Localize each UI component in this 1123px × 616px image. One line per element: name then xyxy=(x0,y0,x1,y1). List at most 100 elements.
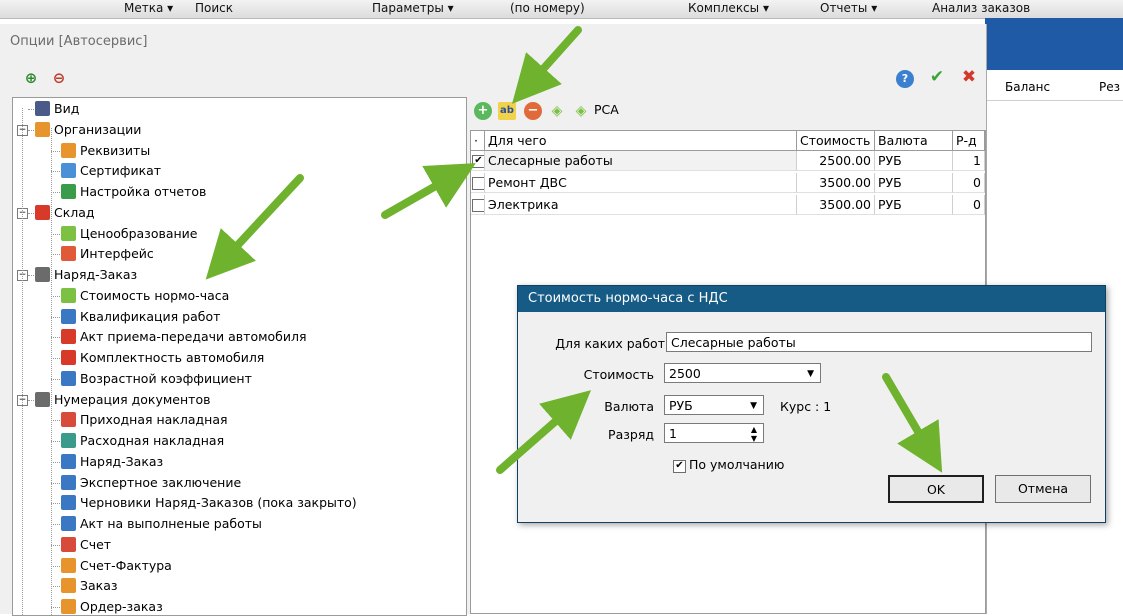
bg-params-menu[interactable]: Параметры ▾ xyxy=(372,1,454,15)
row-checkbox[interactable] xyxy=(472,199,484,212)
delete-icon[interactable]: − xyxy=(524,102,542,120)
default-label: По умолчанию xyxy=(689,457,785,472)
bg-tag-menu[interactable]: Метка ▾ xyxy=(124,1,173,15)
tree-item[interactable]: Счет-Фактура xyxy=(61,556,172,576)
table-cell-name[interactable]: Ремонт ДВС xyxy=(485,173,797,193)
tree-item[interactable]: Комплектность автомобиля xyxy=(61,348,264,368)
tree-item[interactable]: Склад xyxy=(35,203,95,223)
row-checkbox-cell[interactable] xyxy=(471,173,485,193)
documents-icon xyxy=(35,391,50,407)
table-cell-grade[interactable]: 1 xyxy=(953,151,985,171)
cancel-button[interactable]: Отмена xyxy=(995,475,1091,503)
wrench-icon xyxy=(61,516,76,531)
tree-item[interactable]: Акт приема-передачи автомобиля xyxy=(61,327,307,347)
tree-item[interactable]: Ценообразование xyxy=(61,224,197,244)
tree-item[interactable]: Расходная накладная xyxy=(61,431,224,451)
bg-complexes-menu[interactable]: Комплексы ▾ xyxy=(688,1,769,15)
tree-item[interactable]: Приходная накладная xyxy=(61,410,228,430)
tree-item[interactable]: Заказ xyxy=(61,576,118,596)
table-cell-currency[interactable]: РУБ xyxy=(875,173,953,193)
tree-item-label: Квалификация работ xyxy=(80,308,221,324)
default-checkbox[interactable]: ✔ xyxy=(673,460,686,473)
tree-item[interactable]: Возрастной коэффициент xyxy=(61,369,252,389)
tree-item[interactable]: Наряд-Заказ xyxy=(61,452,163,472)
grid-icon xyxy=(35,101,50,116)
column-header-select[interactable]: · xyxy=(471,131,485,151)
edit-field-icon[interactable]: ab xyxy=(498,102,516,120)
order-icon xyxy=(61,578,76,594)
tree-item-label: Приходная накладная xyxy=(80,412,228,428)
tree-item[interactable]: Экспертное заключение xyxy=(61,473,241,493)
tree-item[interactable]: Ордер-заказ xyxy=(61,597,163,615)
bg-by-number[interactable]: (по номеру) xyxy=(510,1,585,15)
currency-select[interactable]: РУБ ▼ xyxy=(664,395,764,415)
column-header[interactable]: Валюта xyxy=(875,131,953,151)
tag-icon[interactable]: ◈ xyxy=(572,102,590,120)
bg-column-rez: Рез xyxy=(1099,80,1120,94)
invoice-out-icon xyxy=(61,433,76,448)
grade-spinner[interactable]: 1 ▲ ▼ xyxy=(664,423,764,443)
tree-item[interactable]: Черновики Наряд-Заказов (пока закрыто) xyxy=(61,493,357,513)
tree-connector xyxy=(28,129,34,131)
cost-combobox[interactable]: 2500 ▼ xyxy=(664,363,821,383)
table-cell-grade[interactable]: 0 xyxy=(953,173,985,193)
tag-icon xyxy=(61,225,76,241)
tree-item[interactable]: Нумерация документов xyxy=(35,390,210,410)
tree-item-label: Настройка отчетов xyxy=(80,184,207,199)
column-header[interactable]: Стоимость xyxy=(797,131,875,151)
bg-search-button[interactable]: Поиск xyxy=(195,1,233,15)
table-cell-cost[interactable]: 3500.00 xyxy=(797,195,875,215)
row-checkbox-cell[interactable] xyxy=(471,195,485,215)
table-cell-cost[interactable]: 3500.00 xyxy=(797,173,875,193)
bg-order-analysis[interactable]: Анализ заказов xyxy=(932,1,1030,15)
tree-item[interactable]: Квалификация работ xyxy=(61,307,220,327)
spinner-down-icon[interactable]: ▼ xyxy=(751,429,757,449)
report-icon xyxy=(61,184,76,199)
document-icon xyxy=(61,557,76,573)
tree-item-label: Вид xyxy=(54,101,80,116)
tree-item[interactable]: Стоимость нормо-часа xyxy=(61,286,229,306)
tree-item-label: Ордер-заказ xyxy=(80,599,163,614)
tree-item[interactable]: Счет xyxy=(61,535,111,555)
chevron-down-icon[interactable]: ▼ xyxy=(750,396,757,416)
house-icon xyxy=(35,121,50,137)
tree-item[interactable]: Настройка отчетов xyxy=(61,182,206,202)
column-header[interactable]: Для чего xyxy=(485,131,797,151)
add-icon[interactable]: + xyxy=(474,102,492,120)
tree-connector xyxy=(51,441,60,442)
bg-reports-menu[interactable]: Отчеты ▾ xyxy=(820,1,877,15)
tree-item-label: Расходная накладная xyxy=(80,433,225,448)
apply-check-icon[interactable]: ✔ xyxy=(928,68,946,86)
table-cell-currency[interactable]: РУБ xyxy=(875,151,953,171)
zoom-in-icon[interactable]: ⊕ xyxy=(22,69,40,87)
cost-label: Стоимость xyxy=(583,367,654,382)
tree-item[interactable]: Вид xyxy=(35,99,79,119)
tree-item[interactable]: Акт на выполненые работы xyxy=(61,514,262,534)
ok-button[interactable]: OK xyxy=(888,475,984,503)
tag-icon[interactable]: ◈ xyxy=(548,102,566,120)
table-cell-name[interactable]: Электрика xyxy=(485,195,797,215)
tree-connector xyxy=(51,171,60,173)
table-cell-name[interactable]: Слесарные работы xyxy=(485,151,797,171)
tree-item-label: Стоимость нормо-часа xyxy=(80,287,230,303)
pca-button[interactable]: PCA xyxy=(594,102,619,117)
currency-value: РУБ xyxy=(669,398,693,413)
row-checkbox[interactable] xyxy=(472,177,484,190)
tree-connector xyxy=(51,128,52,615)
table-cell-cost[interactable]: 2500.00 xyxy=(797,151,875,171)
chevron-down-icon[interactable]: ▼ xyxy=(807,364,814,384)
row-checkbox[interactable]: ✔ xyxy=(472,155,484,168)
grade-value: 1 xyxy=(669,426,677,441)
tree-item[interactable]: Сертификат xyxy=(61,161,161,181)
work-input[interactable]: Слесарные работы xyxy=(666,332,1092,352)
zoom-out-icon[interactable]: ⊖ xyxy=(50,69,68,87)
row-checkbox-cell[interactable]: ✔ xyxy=(471,151,485,171)
help-icon[interactable]: ? xyxy=(896,70,914,88)
table-cell-currency[interactable]: РУБ xyxy=(875,195,953,215)
close-cross-icon[interactable]: ✖ xyxy=(960,68,978,86)
table-cell-grade[interactable]: 0 xyxy=(953,195,985,215)
tree-item[interactable]: Интерфейс xyxy=(61,244,154,264)
tree-item[interactable]: Реквизиты xyxy=(61,141,150,161)
options-toolbar: ⊕ ⊖ ? ✔ ✖ xyxy=(0,64,986,94)
column-header[interactable]: Р-д xyxy=(953,131,985,151)
